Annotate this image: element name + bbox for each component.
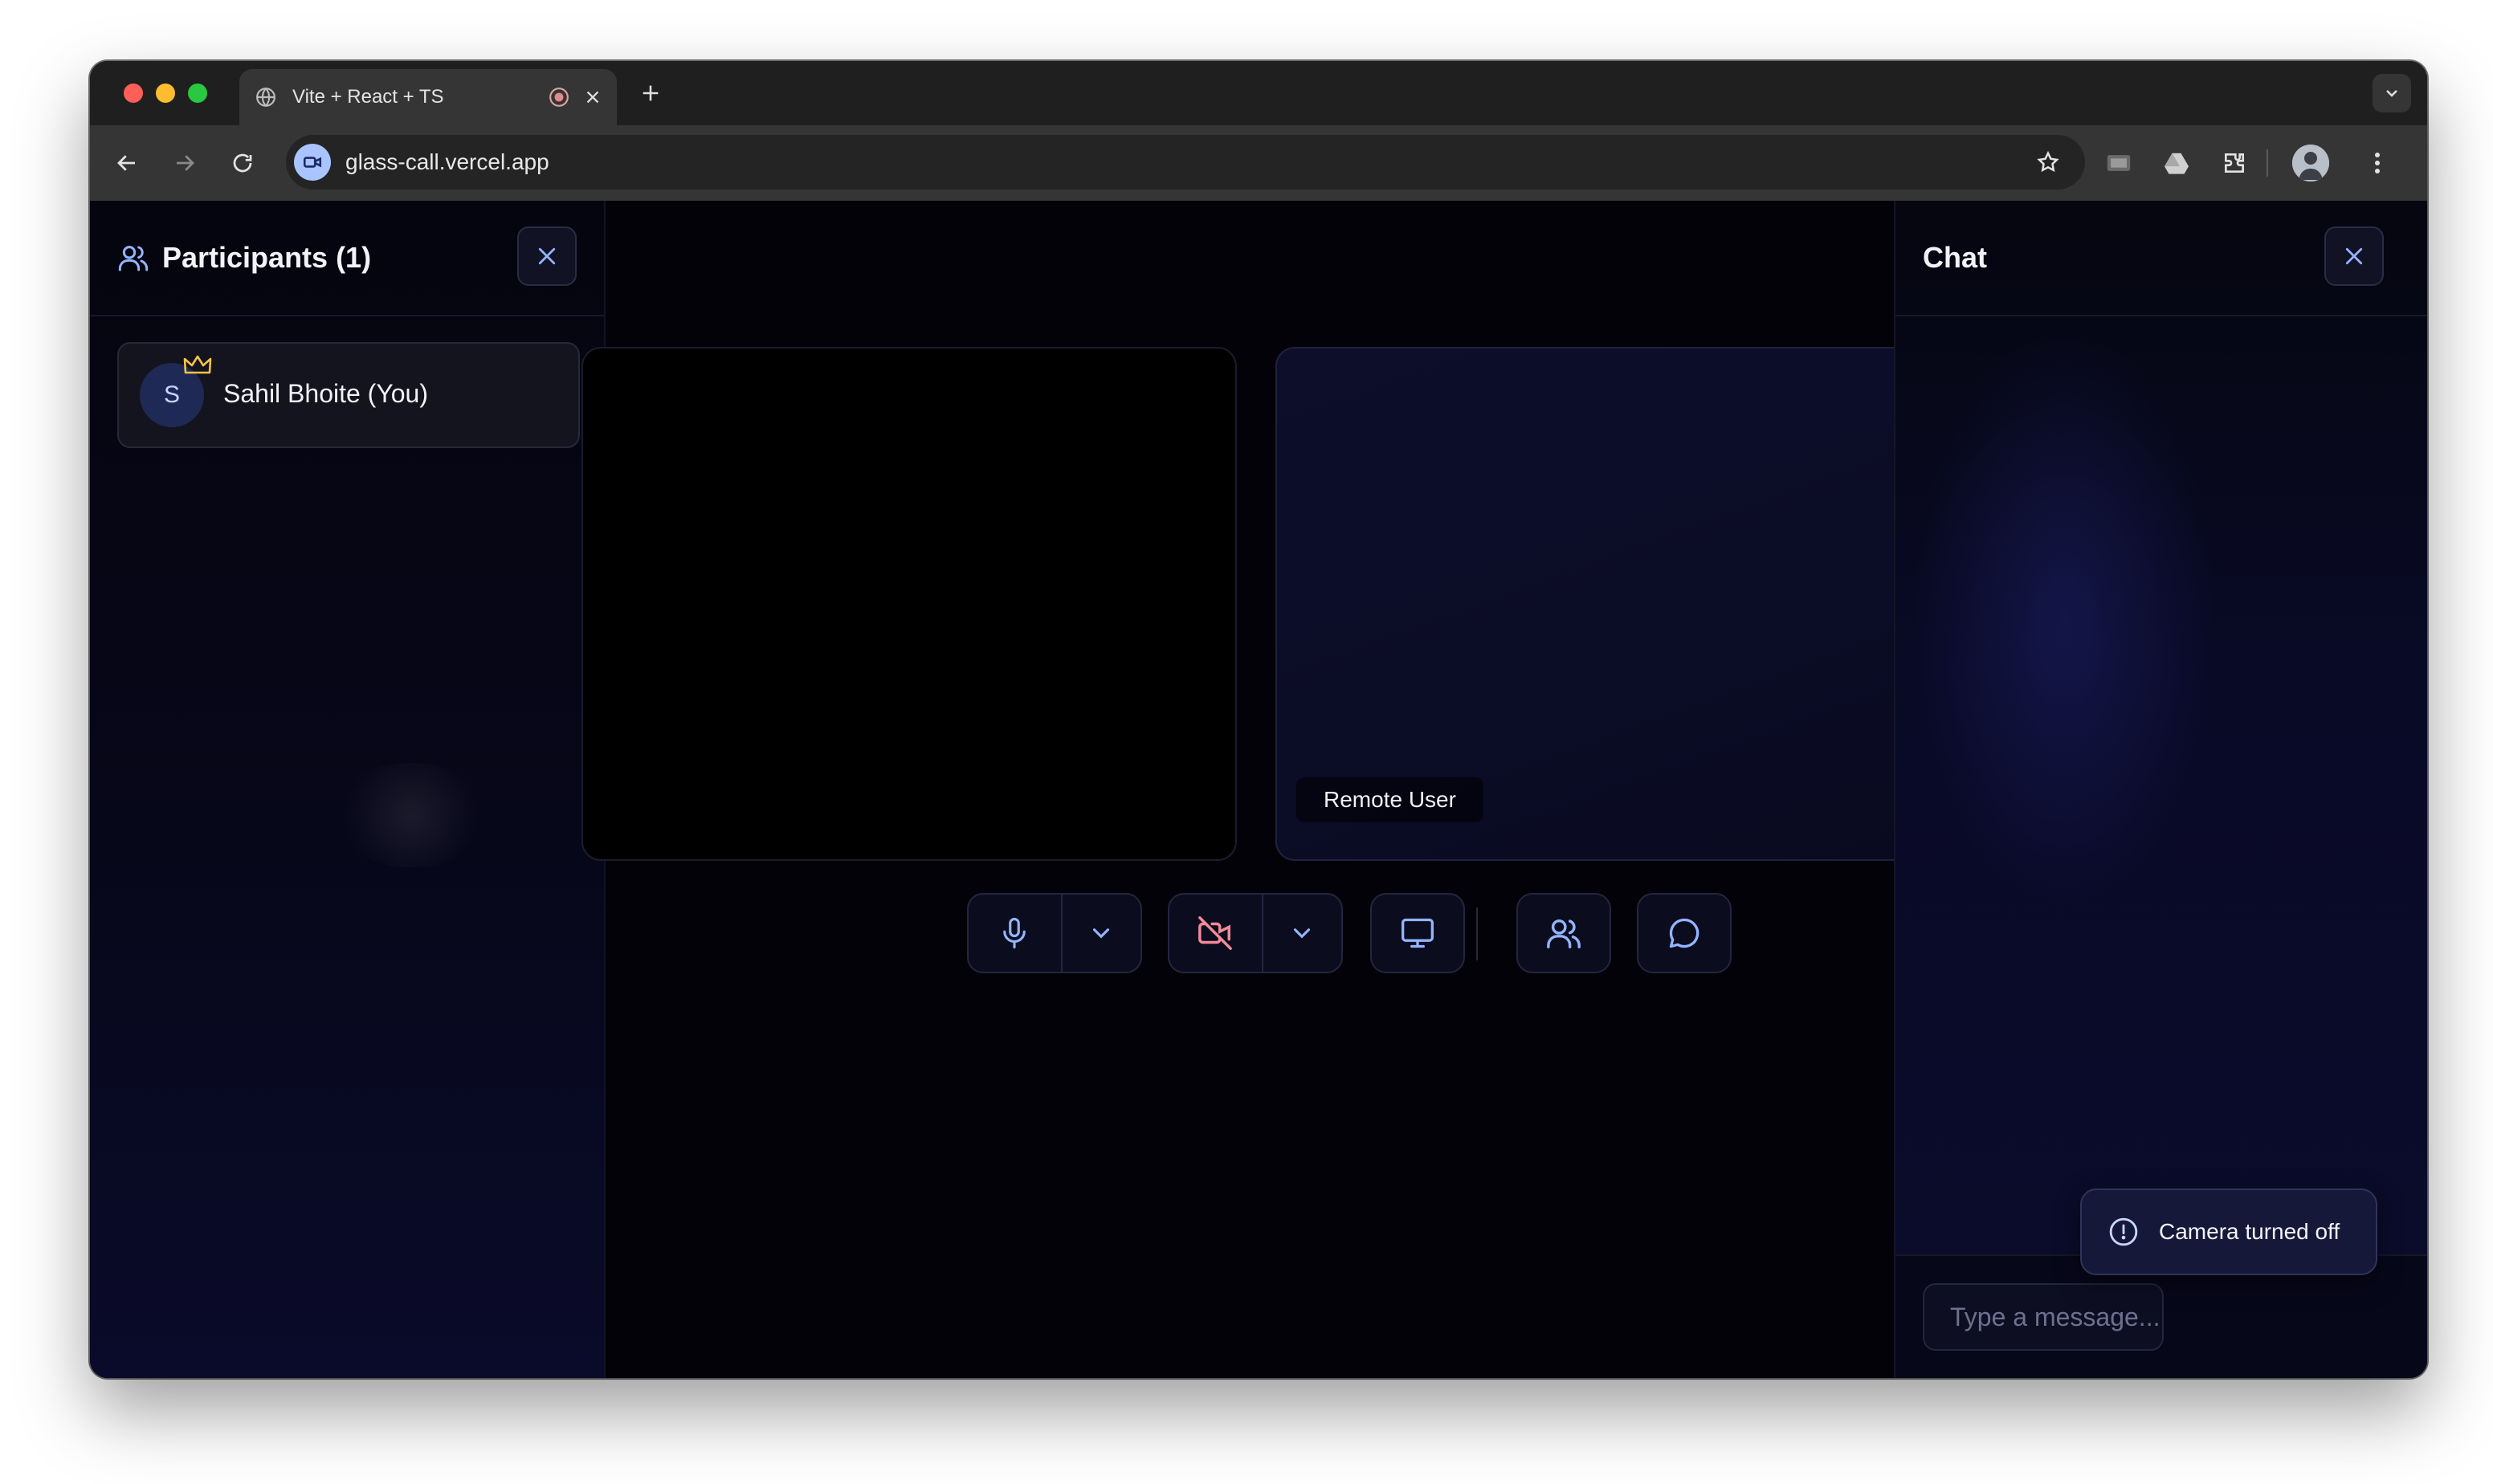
profile-avatar[interactable] <box>2292 145 2329 181</box>
tab-strip: Vite + React + TS <box>90 61 2427 125</box>
tab-title: Vite + React + TS <box>292 86 444 108</box>
users-icon <box>1547 919 1581 948</box>
close-icon <box>2345 247 2363 265</box>
participants-toggle-segment[interactable] <box>1518 895 1610 972</box>
chat-message-input[interactable]: Type a message... <box>1923 1283 2164 1351</box>
toolbar-separator <box>2267 149 2268 177</box>
participants-panel: Participants (1) S Sahil Bhoite (You) <box>90 201 606 1378</box>
chat-title: Chat <box>1923 241 1987 274</box>
mic-control-group <box>967 893 1142 973</box>
chat-bubble-icon <box>1669 918 1699 948</box>
chat-toggle-button[interactable] <box>1637 893 1732 973</box>
panel-glow <box>331 763 492 867</box>
recording-indicator-icon <box>548 86 570 108</box>
camera-options-button[interactable] <box>1261 895 1341 972</box>
zoom-window-button[interactable] <box>188 84 207 103</box>
participant-name: Sahil Bhoite (You) <box>223 379 428 408</box>
participants-title: Participants (1) <box>162 241 372 274</box>
browser-tab[interactable]: Vite + React + TS <box>239 69 617 125</box>
url-text: glass-call.vercel.app <box>345 149 549 174</box>
participants-header: Participants (1) <box>90 201 604 316</box>
close-tab-icon[interactable] <box>581 86 604 108</box>
address-bar[interactable]: glass-call.vercel.app <box>286 135 2085 190</box>
forward-icon[interactable] <box>169 147 201 179</box>
camera-toggle-button[interactable] <box>1169 895 1262 972</box>
alert-circle-icon <box>2107 1216 2140 1248</box>
chat-panel-haze <box>1912 329 2217 907</box>
bookmark-star-icon[interactable] <box>2034 148 2063 177</box>
users-icon <box>117 242 149 274</box>
screen-share-button[interactable] <box>1370 893 1465 973</box>
globe-icon <box>254 85 278 109</box>
chevron-down-icon <box>1294 928 1311 939</box>
reload-icon[interactable] <box>226 147 259 179</box>
camera-off-icon <box>1198 916 1233 950</box>
site-video-icon <box>294 144 331 181</box>
video-stage: Remote User <box>581 201 1937 1378</box>
video-call-app: Participants (1) S Sahil Bhoite (You) Re… <box>90 201 2427 1378</box>
close-window-button[interactable] <box>124 84 143 103</box>
chevron-down-icon <box>1093 928 1110 939</box>
chevron-down-icon <box>2386 90 2397 97</box>
chat-header: Chat <box>1895 201 2427 316</box>
participants-toggle-button[interactable] <box>1516 893 1611 973</box>
drive-extension-icon[interactable] <box>2159 145 2194 181</box>
toast-message: Camera turned off <box>2159 1219 2340 1244</box>
mic-toggle-button[interactable] <box>969 895 1061 972</box>
browser-toolbar: glass-call.vercel.app <box>90 125 2427 202</box>
close-chat-button[interactable] <box>2324 226 2384 286</box>
extensions-puzzle-icon[interactable] <box>2217 145 2252 181</box>
remote-video-tile: Remote User <box>1275 347 1937 861</box>
cast-icon[interactable] <box>2101 145 2136 181</box>
tab-search-button[interactable] <box>2373 74 2411 112</box>
close-icon <box>538 247 556 265</box>
monitor-icon <box>1402 918 1434 948</box>
browser-menu-icon[interactable] <box>2360 145 2395 181</box>
chat-toggle-segment[interactable] <box>1638 895 1730 972</box>
host-crown-icon <box>183 355 212 374</box>
new-tab-icon[interactable] <box>636 79 665 108</box>
screen-share-segment[interactable] <box>1372 895 1463 972</box>
local-video-tile <box>581 347 1237 861</box>
minimize-window-button[interactable] <box>156 84 175 103</box>
microphone-icon <box>1003 917 1026 949</box>
browser-window: Vite + React + TS glass-call.vercel.app … <box>90 61 2427 1378</box>
back-icon[interactable] <box>111 147 143 179</box>
mic-options-button[interactable] <box>1060 895 1140 972</box>
remote-user-label: Remote User <box>1296 777 1483 822</box>
camera-off-toast: Camera turned off <box>2080 1188 2377 1275</box>
participant-item[interactable]: S Sahil Bhoite (You) <box>117 342 580 448</box>
camera-control-group <box>1168 893 1343 973</box>
control-divider <box>1476 907 1478 960</box>
close-participants-button[interactable] <box>517 226 577 286</box>
